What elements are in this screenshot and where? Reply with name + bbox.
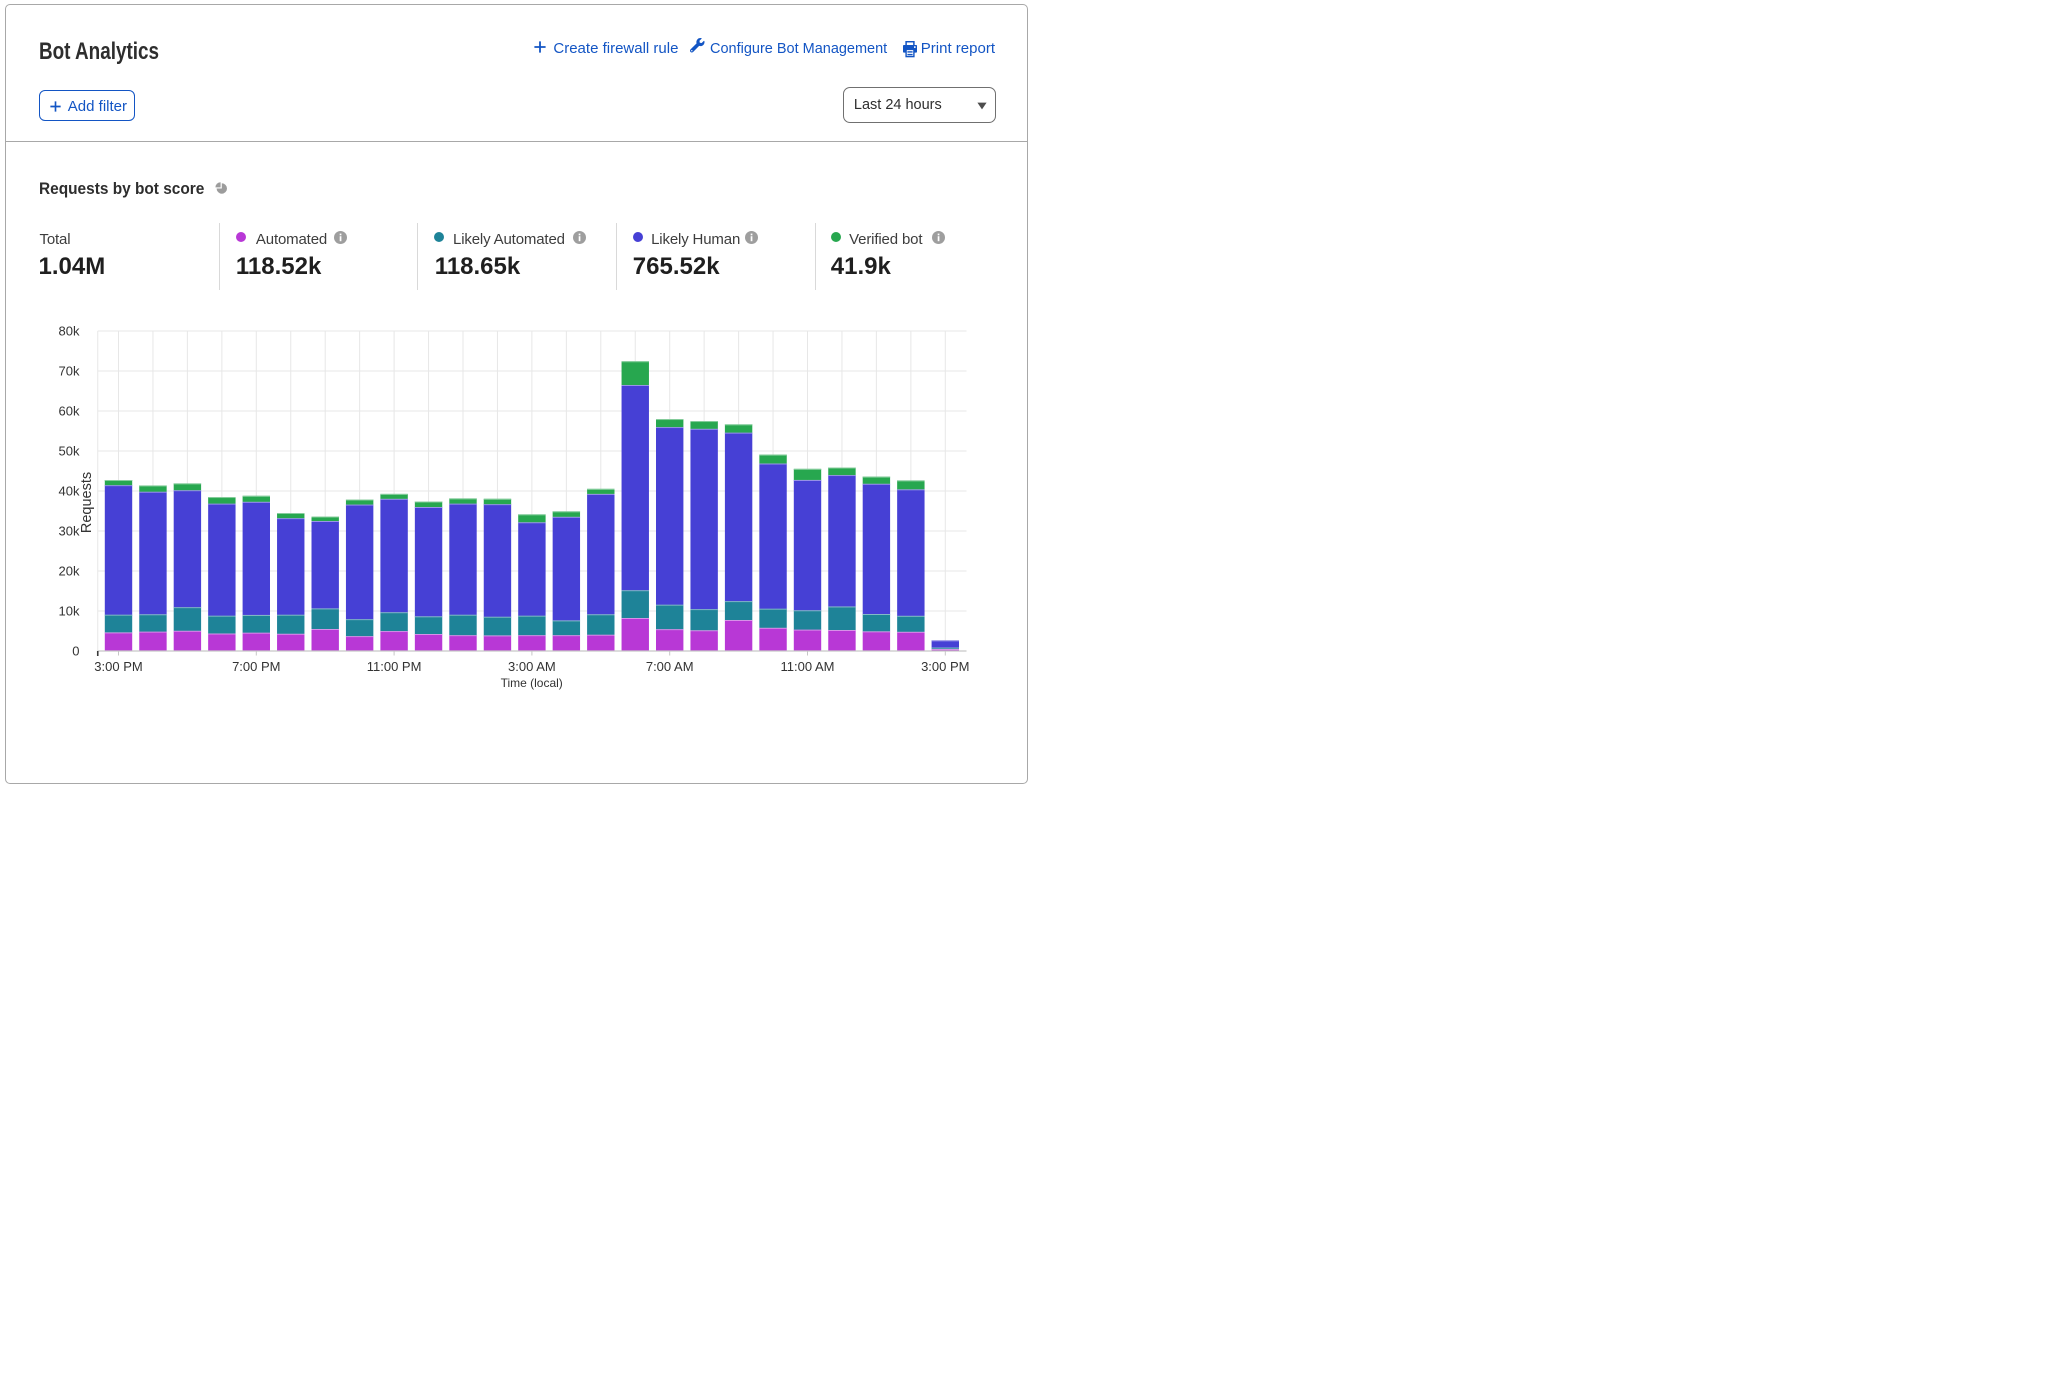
svg-text:80k: 80k [59,324,80,339]
svg-text:10k: 10k [59,604,80,619]
svg-text:3:00 AM: 3:00 AM [508,659,556,674]
svg-text:Time (local): Time (local) [501,676,563,690]
svg-text:11:00 AM: 11:00 AM [781,659,835,674]
svg-text:11:00 PM: 11:00 PM [367,659,422,674]
svg-text:70k: 70k [59,364,80,379]
svg-text:7:00 PM: 7:00 PM [232,659,280,674]
svg-text:60k: 60k [59,404,80,419]
svg-text:0: 0 [72,644,79,659]
svg-text:40k: 40k [59,484,80,499]
svg-text:30k: 30k [59,524,80,539]
svg-text:20k: 20k [59,564,80,579]
svg-text:3:00 PM: 3:00 PM [921,659,969,674]
svg-text:Requests: Requests [79,472,95,533]
svg-text:50k: 50k [59,444,80,459]
svg-text:3:00 PM: 3:00 PM [94,659,142,674]
svg-text:7:00 AM: 7:00 AM [646,659,694,674]
